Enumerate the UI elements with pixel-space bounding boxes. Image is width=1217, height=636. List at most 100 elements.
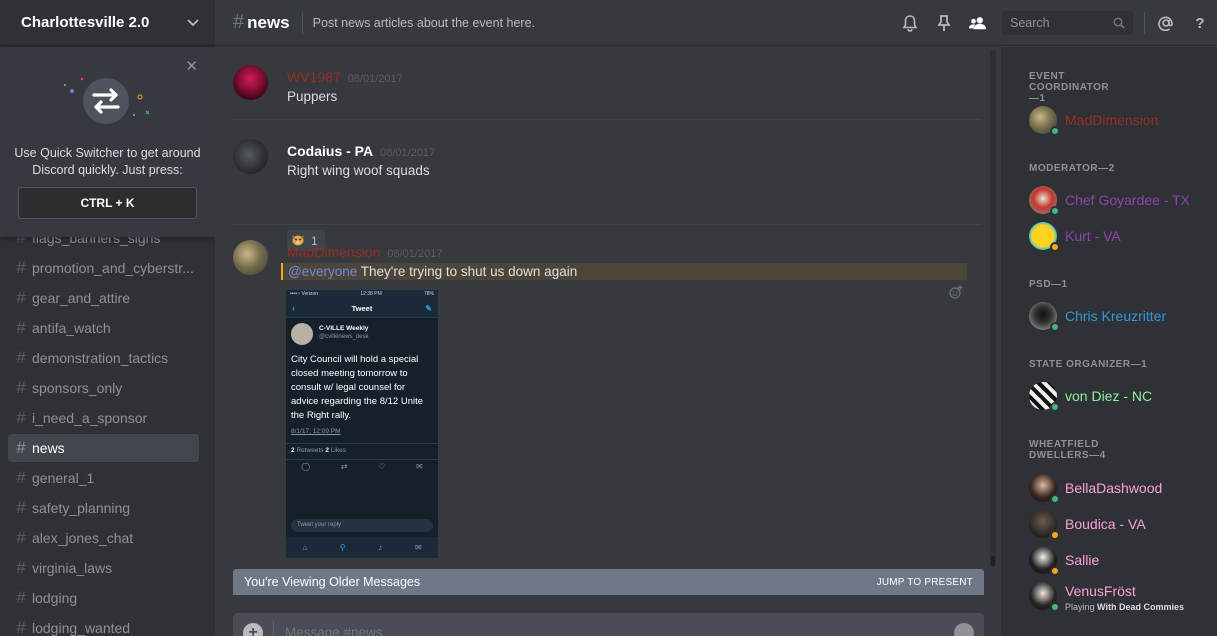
avatar (1029, 186, 1060, 216)
chevron-down-icon[interactable] (187, 16, 199, 30)
member-group-header: STATE ORGANIZER—1 (1029, 359, 1148, 370)
status-indicator (1050, 126, 1060, 136)
message-author[interactable]: WV1987 (287, 69, 341, 85)
hash-icon: # (16, 558, 26, 577)
member-name: MadDimension (1065, 112, 1159, 128)
channel-item[interactable]: # antifa_watch (8, 314, 199, 342)
upload-plus-icon[interactable]: + (243, 623, 263, 636)
status-indicator (1050, 322, 1060, 332)
member-group-header: EVENT COORDINATOR—1 (1029, 71, 1110, 104)
older-messages-bar[interactable]: You're Viewing Older Messages JUMP TO PR… (233, 569, 984, 595)
status-indicator (1050, 602, 1060, 612)
message-icon: ✉ (415, 462, 423, 471)
status-indicator (1050, 530, 1060, 540)
member-name: Chef Goyardee - TX (1065, 192, 1191, 208)
message-divider (233, 119, 981, 120)
member-item[interactable]: BellaDashwood (1029, 472, 1209, 504)
hash-icon: # (16, 618, 26, 636)
avatar[interactable] (233, 65, 268, 100)
member-item[interactable]: VenusFröst Playing With Dead Commies (1029, 580, 1209, 612)
channel-title: # news (233, 11, 290, 34)
status-carrier: ••••○ Verizon (290, 291, 319, 297)
activity-prefix: Playing (1065, 602, 1095, 612)
member-item[interactable]: von Diez - NC (1029, 380, 1209, 412)
channel-item[interactable]: # i_need_a_sponsor (8, 404, 199, 432)
tweet-title: Tweet (351, 303, 373, 313)
quick-switcher-shortcut-button[interactable]: CTRL + K (18, 187, 197, 219)
tweet-stats: 2 Retweets 2 Likes (286, 443, 438, 460)
hash-icon: # (16, 528, 26, 547)
composer-divider (273, 621, 274, 636)
channel-item[interactable]: # demonstration_tactics (8, 344, 199, 372)
quick-switcher-icon (64, 77, 150, 124)
mentions-icon[interactable] (1157, 14, 1175, 32)
channel-label: safety_planning (32, 500, 131, 516)
search-placeholder: Search (1010, 16, 1050, 30)
member-item[interactable]: Chris Kreuzritter (1029, 300, 1209, 332)
channel-item[interactable]: # safety_planning (8, 494, 199, 522)
avatar (1029, 582, 1060, 612)
pin-icon[interactable] (935, 14, 953, 32)
channel-item[interactable]: # lodging_wanted (8, 614, 199, 636)
avatar[interactable] (233, 139, 268, 174)
scrollbar-track[interactable] (990, 49, 996, 567)
message-header: WV1987 08/01/2017 (287, 69, 403, 85)
jump-to-present-button[interactable]: JUMP TO PRESENT (877, 577, 973, 588)
retweet-count: 2 (291, 447, 295, 454)
member-activity: Playing With Dead Commies (1065, 602, 1184, 612)
member-list-icon[interactable] (969, 14, 987, 32)
message-list[interactable]: WV1987 08/01/2017 Puppers Codaius - PA 0… (215, 47, 987, 567)
search-input[interactable]: Search (1002, 11, 1133, 35)
everyone-mention[interactable]: @everyone (288, 264, 357, 279)
avatar[interactable] (233, 240, 268, 275)
channel-item[interactable]: # news (8, 434, 199, 462)
channel-item[interactable]: # gear_and_attire (8, 284, 199, 312)
member-item[interactable]: Sallie (1029, 544, 1209, 576)
channel-item[interactable]: # general_1 (8, 464, 199, 492)
channel-label: lodging_wanted (32, 620, 131, 636)
member-group-header: MODERATOR—2 (1029, 163, 1115, 174)
add-reaction-icon[interactable] (949, 285, 963, 302)
image-attachment[interactable]: ••••○ Verizon 12:38 PM 78% ‹ Tweet ✎ C-V… (286, 290, 438, 558)
retweet-label: Retweets (296, 447, 324, 454)
avatar (1029, 382, 1060, 412)
channel-label: general_1 (32, 470, 95, 486)
like-label: Likes (330, 447, 346, 454)
member-item[interactable]: Boudica - VA (1029, 508, 1209, 540)
message-text: Right wing woof squads (287, 163, 430, 178)
member-item[interactable]: Chef Goyardee - TX (1029, 184, 1209, 216)
channel-item[interactable]: # alex_jones_chat (8, 524, 199, 552)
message-header: MadDimension 08/01/2017 (287, 244, 442, 260)
member-item[interactable]: Kurt - VA (1029, 220, 1209, 252)
channel-item[interactable]: # lodging (8, 584, 199, 612)
retweet-icon: ⇄ (340, 462, 348, 471)
message-composer[interactable]: + Message #news (233, 613, 984, 636)
member-group-header: PSD—1 (1029, 279, 1068, 290)
scrollbar-thumb[interactable] (991, 556, 995, 566)
channel-label: i_need_a_sponsor (32, 410, 148, 426)
channel-label: sponsors_only (32, 380, 123, 396)
message-input[interactable]: Message #news (285, 625, 383, 636)
channel-name: news (247, 12, 290, 32)
member-item[interactable]: MadDimension (1029, 104, 1209, 136)
help-icon[interactable]: ? (1191, 14, 1209, 32)
member-name: Boudica - VA (1065, 516, 1146, 532)
hash-icon: # (16, 588, 26, 607)
member-name: BellaDashwood (1065, 480, 1163, 496)
like-icon: ♡ (378, 462, 386, 471)
server-header[interactable]: Charlottesville 2.0 (0, 0, 215, 46)
tweet-reply-field: Tweet your reply (291, 519, 433, 532)
channel-item[interactable]: # virginia_laws (8, 554, 199, 582)
message-author[interactable]: MadDimension (287, 244, 380, 260)
hash-icon: # (16, 348, 26, 367)
emoji-picker-icon[interactable] (954, 623, 974, 636)
member-name: Kurt - VA (1065, 228, 1121, 244)
bell-icon[interactable] (901, 14, 919, 32)
message-author[interactable]: Codaius - PA (287, 143, 373, 159)
tweet-account-avatar (291, 323, 313, 345)
hash-icon: # (233, 11, 245, 33)
channel-item[interactable]: # sponsors_only (8, 374, 199, 402)
close-icon[interactable]: ✕ (185, 57, 198, 75)
header-divider (301, 11, 303, 34)
channel-item[interactable]: # promotion_and_cyberstr... (8, 254, 199, 282)
